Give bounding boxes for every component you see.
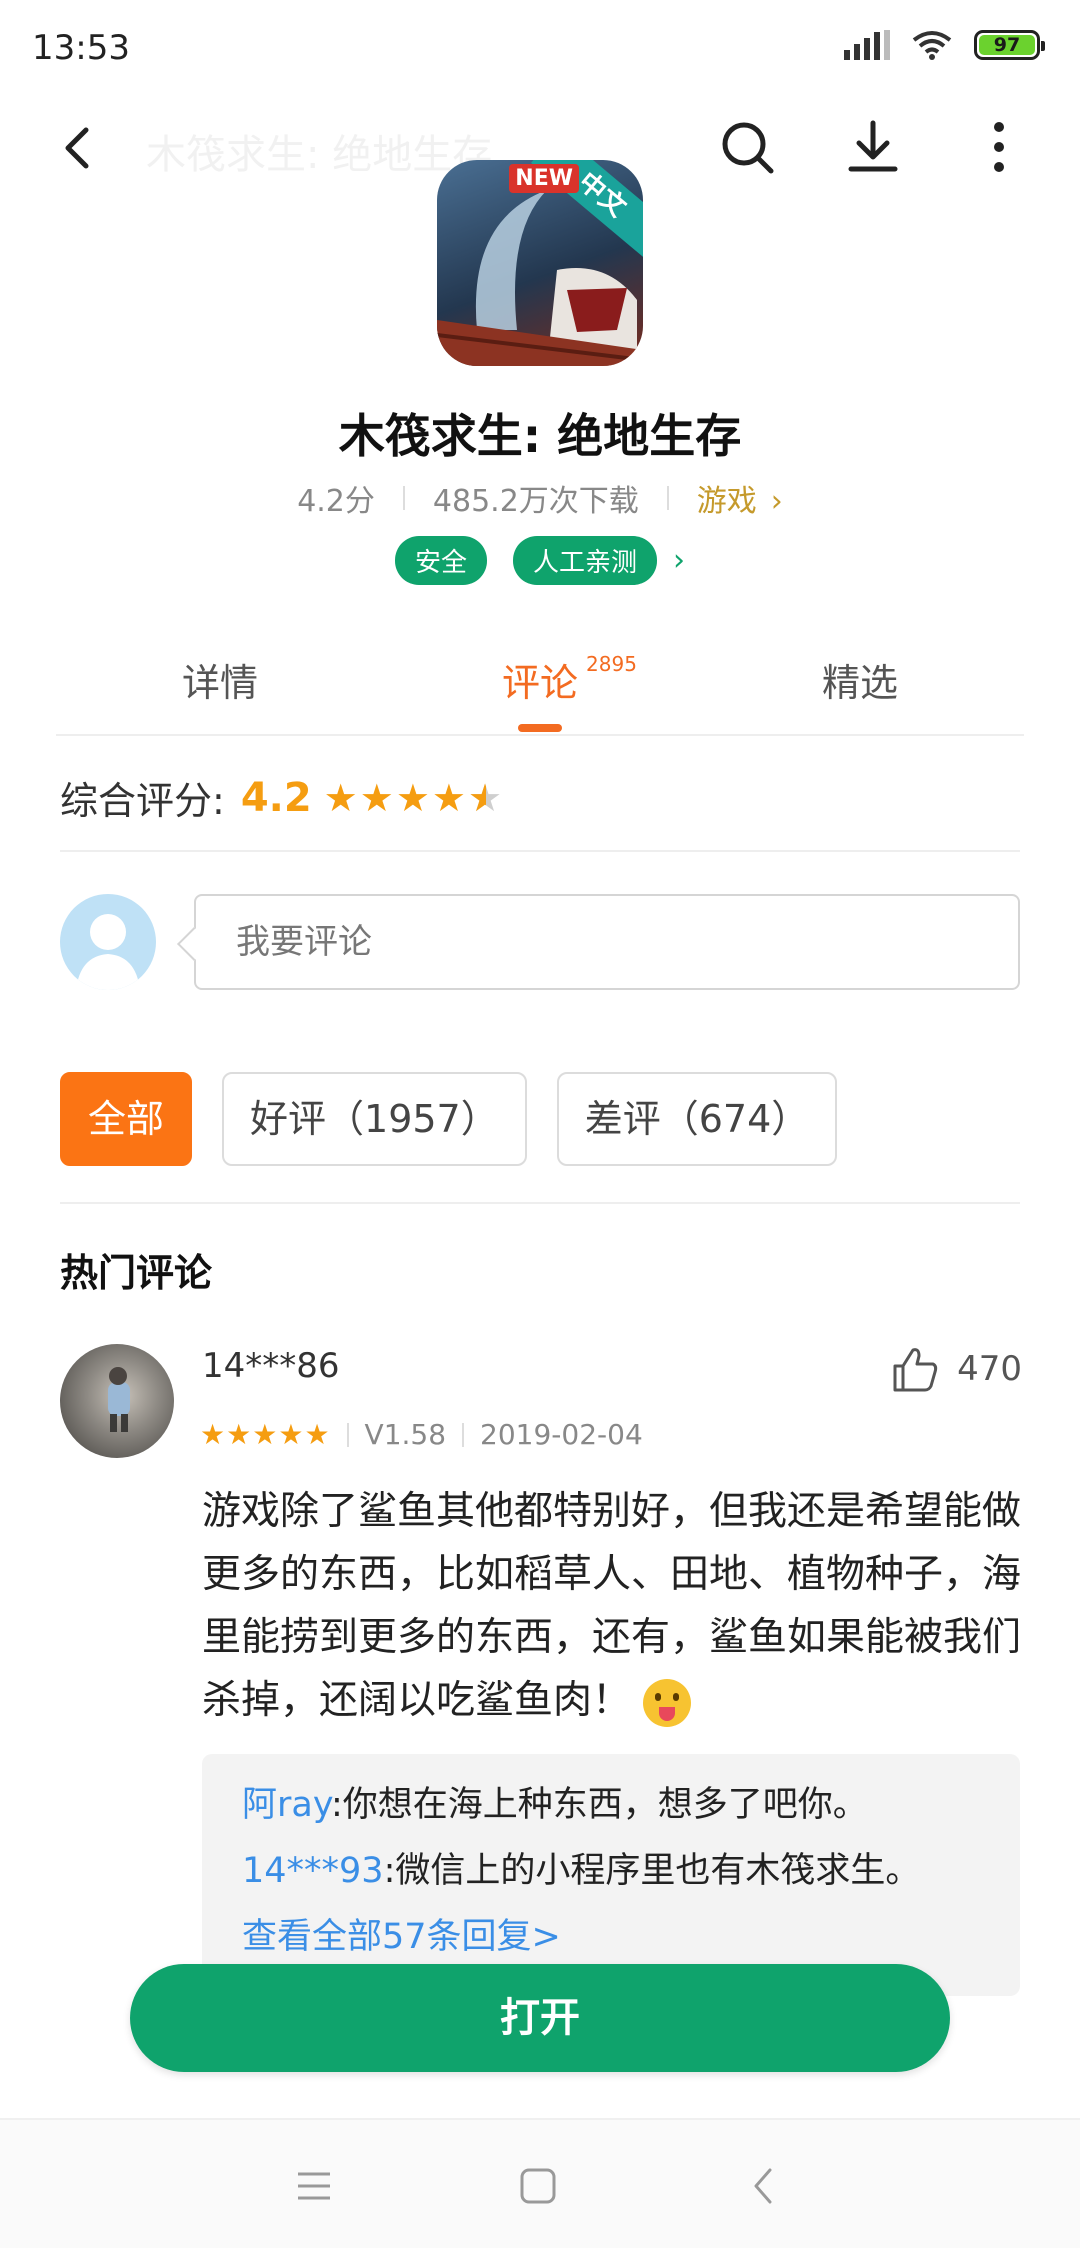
search-button[interactable]	[714, 114, 780, 180]
reply-text: :你想在海上种东西，想多了吧你。	[331, 1785, 868, 1825]
reply-user[interactable]: 14***93	[242, 1851, 384, 1891]
review-version: V1.58	[364, 1418, 447, 1451]
divider	[60, 1202, 1020, 1204]
divider	[60, 850, 1020, 852]
download-button[interactable]	[840, 114, 906, 180]
menu-icon	[298, 2172, 330, 2200]
tab-reviews[interactable]: 评论 2895	[502, 652, 637, 707]
tab-bar: 详情 评论 2895 精选	[56, 624, 1024, 736]
meta-divider	[346, 1422, 349, 1447]
nav-back-button[interactable]	[742, 2164, 786, 2208]
chevron-right-icon: ›	[770, 484, 783, 519]
star-icon: ★	[304, 1418, 331, 1451]
tab-details[interactable]: 详情	[182, 652, 258, 707]
reviewer-name[interactable]: 14***86	[202, 1346, 340, 1386]
open-button[interactable]: 打开	[130, 1964, 950, 2072]
status-icons: 97	[844, 30, 1045, 60]
reply-text: :微信上的小程序里也有木筏求生。	[383, 1851, 921, 1891]
review-body: 游戏除了鲨鱼其他都特别好，但我还是希望能做更多的东西，比如稻草人、田地、植物种子…	[202, 1489, 1022, 1723]
star-icon: ★	[395, 775, 432, 820]
app-rating: 4.2分	[297, 484, 375, 519]
home-square-icon	[520, 2168, 556, 2204]
tab-label: 评论	[502, 661, 579, 705]
star-icon: ★	[359, 775, 396, 820]
star-icon: ★	[200, 1418, 227, 1451]
reply-user[interactable]: 阿ray	[242, 1785, 331, 1825]
filter-positive[interactable]: 好评（1957）	[222, 1072, 527, 1166]
more-vertical-icon	[994, 122, 1004, 172]
app-category-link[interactable]: 游戏 ›	[697, 476, 783, 520]
chevron-left-icon	[65, 127, 89, 169]
chevron-left-icon	[754, 2168, 772, 2204]
hot-reviews-title: 热门评论	[60, 1251, 213, 1295]
star-icon: ★	[278, 1418, 305, 1451]
star-icon: ★	[226, 1418, 253, 1451]
app-downloads: 485.2万次下载	[432, 484, 639, 519]
tab-label: 详情	[182, 661, 259, 705]
app-category: 游戏	[696, 484, 757, 519]
review-text: 游戏除了鲨鱼其他都特别好，但我还是希望能做更多的东西，比如稻草人、田地、植物种子…	[202, 1480, 1022, 1732]
reviewer-avatar[interactable]	[60, 1344, 174, 1458]
new-tag: NEW	[509, 164, 579, 193]
tab-featured[interactable]: 精选	[822, 652, 898, 707]
person-icon	[76, 914, 140, 990]
star-icon: ★	[323, 775, 360, 820]
signal-icon	[844, 30, 890, 60]
status-bar: 13:53 97	[0, 0, 1080, 100]
tab-label: 精选	[822, 661, 899, 705]
half-star-icon: ★	[468, 776, 504, 820]
status-time: 13:53	[32, 28, 130, 68]
menu-button[interactable]	[292, 2164, 336, 2208]
thumbs-up-icon	[893, 1348, 938, 1392]
overall-rating: 综合评分: 4.2 ★★★★★	[60, 770, 504, 825]
overall-score: 4.2	[240, 774, 312, 821]
review-meta: ★★★★★ V1.58 2019-02-04	[200, 1418, 643, 1451]
review-count: 2895	[586, 652, 637, 676]
more-menu-button[interactable]	[966, 114, 1032, 180]
battery-level: 97	[979, 35, 1035, 55]
home-button[interactable]	[516, 2164, 560, 2208]
app-icon: 中文 NEW	[437, 160, 643, 366]
app-name: 木筏求生: 绝地生存	[338, 409, 742, 463]
app-meta: 4.2分 485.2万次下载 游戏 ›	[0, 476, 1080, 520]
safety-badges[interactable]: 安全 人工亲测 ›	[0, 536, 1080, 585]
battery-icon: 97	[974, 30, 1045, 60]
back-button[interactable]	[50, 118, 110, 178]
tested-badge: 人工亲测	[513, 536, 658, 585]
reply-item: 14***93:微信上的小程序里也有木筏求生。	[242, 1838, 980, 1904]
meta-divider	[666, 486, 669, 510]
star-icon: ★	[431, 775, 468, 820]
replies-box[interactable]: 阿ray:你想在海上种东西，想多了吧你。 14***93:微信上的小程序里也有木…	[202, 1754, 1020, 1996]
filter-negative[interactable]: 差评（674）	[556, 1072, 838, 1166]
wifi-icon	[912, 31, 952, 60]
comment-input[interactable]: 我要评论	[194, 894, 1020, 990]
tab-indicator	[518, 724, 562, 732]
overall-label: 综合评分:	[60, 779, 225, 823]
system-nav-bar	[0, 2118, 1080, 2248]
reviewer-photo	[108, 1367, 130, 1432]
chevron-right-icon: ›	[673, 543, 686, 578]
search-icon	[722, 122, 774, 174]
star-icon: ★	[252, 1418, 279, 1451]
meta-divider	[462, 1422, 465, 1447]
review-stars: ★★★★★	[200, 1418, 331, 1451]
filter-all[interactable]: 全部	[60, 1072, 193, 1166]
reply-item: 阿ray:你想在海上种东西，想多了吧你。	[242, 1772, 980, 1838]
user-avatar	[60, 894, 156, 990]
download-icon	[848, 120, 898, 172]
review-date: 2019-02-04	[480, 1418, 643, 1451]
tongue-emoji-icon	[643, 1678, 692, 1727]
like-button[interactable]: 470	[891, 1346, 1022, 1392]
overall-stars: ★★★★★	[324, 776, 504, 820]
view-all-replies-link[interactable]: 查看全部57条回复>	[242, 1904, 980, 1970]
like-count: 470	[957, 1349, 1022, 1389]
safe-badge: 安全	[394, 536, 487, 585]
review-filters: 全部 好评（1957） 差评（674）	[60, 1072, 838, 1166]
meta-divider	[402, 486, 405, 510]
